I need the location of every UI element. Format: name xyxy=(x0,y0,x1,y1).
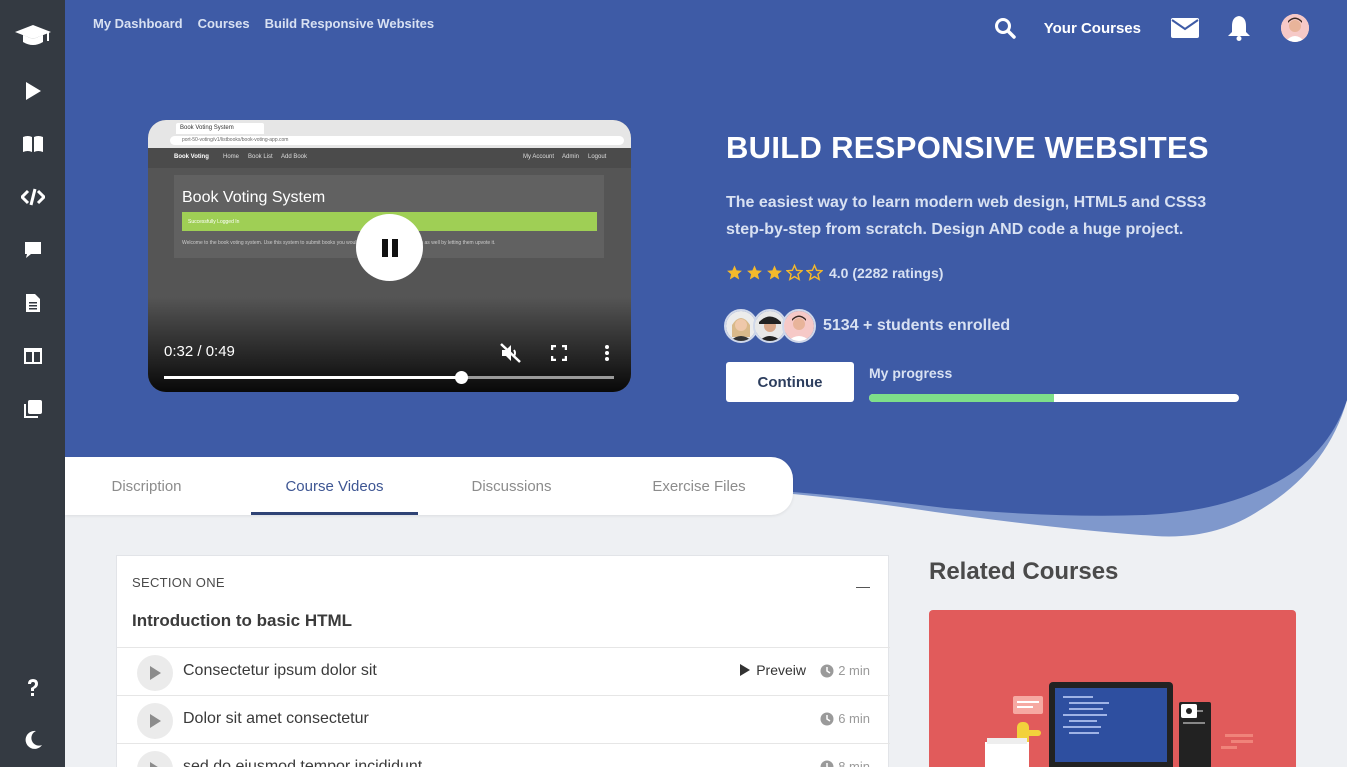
video-nav-link: My Account xyxy=(523,154,555,160)
video-site-text: Welcome to the book voting system. Use t… xyxy=(182,240,496,246)
clock-icon xyxy=(820,712,834,725)
top-navigation: Your Courses xyxy=(994,14,1309,42)
lesson-title: sed do eiusmod tempor incididunt xyxy=(183,758,423,767)
lesson-duration: 2 min xyxy=(820,663,870,678)
breadcrumb: My Dashboard Courses Build Responsive We… xyxy=(93,16,434,31)
related-courses-title: Related Courses xyxy=(929,558,1119,585)
clock-icon xyxy=(820,664,834,677)
mail-icon[interactable] xyxy=(1171,18,1199,38)
pause-button[interactable] xyxy=(356,214,423,281)
lesson-play-button[interactable] xyxy=(137,751,173,767)
document-icon[interactable] xyxy=(0,283,65,323)
tab-description[interactable]: Discription xyxy=(65,457,228,515)
preview-play-icon xyxy=(740,664,751,676)
video-nav-link: Add Book xyxy=(281,154,308,160)
section-label: SECTION ONE xyxy=(132,575,225,590)
preview-label: Preveiw xyxy=(756,662,806,678)
video-site-brand: Book Voting xyxy=(174,154,209,160)
lesson-row[interactable]: Dolor sit amet consectetur 6 min xyxy=(117,695,890,743)
section-title: Introduction to basic HTML xyxy=(132,611,353,630)
lesson-title: Dolor sit amet consectetur xyxy=(183,710,369,727)
related-course-illustration xyxy=(985,682,1253,767)
students-count: 5134 + students enrolled xyxy=(823,317,1011,334)
search-icon[interactable] xyxy=(994,17,1016,39)
lesson-duration-text: 2 min xyxy=(838,663,870,678)
lesson-duration: 8 min xyxy=(820,759,870,767)
video-nav-link: Book List xyxy=(248,154,273,160)
star-outline-icon xyxy=(806,264,823,281)
user-avatar[interactable] xyxy=(1281,14,1309,42)
chat-icon[interactable] xyxy=(0,230,65,270)
lesson-title: Consectetur ipsum dolor sit xyxy=(183,662,377,679)
lesson-duration-text: 8 min xyxy=(838,759,870,767)
bell-icon[interactable] xyxy=(1227,15,1251,41)
course-section: SECTION ONE Introduction to basic HTML C… xyxy=(116,555,890,767)
course-rating: 4.0 (2282 ratings) xyxy=(726,264,943,281)
course-progress-fill xyxy=(869,394,1054,402)
columns-icon[interactable] xyxy=(0,336,65,376)
continue-button[interactable]: Continue xyxy=(726,362,854,402)
graduation-cap-icon[interactable] xyxy=(0,16,65,56)
play-icon xyxy=(150,762,158,767)
more-options-icon[interactable] xyxy=(596,342,618,364)
copy-icon[interactable] xyxy=(0,389,65,429)
lesson-play-button[interactable] xyxy=(137,703,173,739)
lesson-row[interactable]: sed do eiusmod tempor incididunt 8 min xyxy=(117,743,890,767)
moon-icon[interactable] xyxy=(0,720,65,760)
play-icon[interactable] xyxy=(0,71,65,111)
video-seek-bar[interactable] xyxy=(164,371,614,384)
tab-exercise-files[interactable]: Exercise Files xyxy=(605,457,793,515)
video-nav-link: Home xyxy=(223,154,240,160)
video-time: 0:32 / 0:49 xyxy=(164,343,235,360)
star-outline-icon xyxy=(786,264,803,281)
course-title: BUILD RESPONSIVE WEBSITES xyxy=(726,130,1209,165)
lesson-duration-text: 6 min xyxy=(838,711,870,726)
breadcrumb-courses[interactable]: Courses xyxy=(198,16,250,31)
video-nav-link: Logout xyxy=(588,154,607,160)
star-filled-icon xyxy=(767,265,782,280)
pause-icon xyxy=(381,238,398,257)
video-site-heading: Book Voting System xyxy=(182,189,326,206)
preview-link[interactable]: Preveiw xyxy=(739,662,806,678)
progress-label: My progress xyxy=(869,365,953,381)
video-player[interactable]: Book Voting System port-50-voting/v1/lis… xyxy=(148,120,631,392)
fullscreen-icon[interactable] xyxy=(548,342,570,364)
your-courses-link[interactable]: Your Courses xyxy=(1044,20,1141,37)
book-icon[interactable] xyxy=(0,124,65,164)
video-browser-tab: Book Voting System xyxy=(176,123,264,134)
lesson-duration: 6 min xyxy=(820,711,870,726)
star-filled-icon xyxy=(727,265,742,280)
sidebar xyxy=(0,0,65,767)
video-site-nav: Book Voting Home Book List Add Book My A… xyxy=(148,148,631,168)
clock-icon xyxy=(820,760,834,767)
course-description: The easiest way to learn modern web desi… xyxy=(726,194,1207,238)
breadcrumb-dashboard[interactable]: My Dashboard xyxy=(93,16,183,31)
video-nav-link: Admin xyxy=(562,154,580,160)
video-url-bar: port-50-voting/v1/listbooks/book-voting-… xyxy=(170,136,624,145)
video-seek-fill xyxy=(164,376,461,379)
mute-icon[interactable] xyxy=(500,342,522,364)
students-enrolled: 5134 + students enrolled xyxy=(724,309,1010,343)
play-icon xyxy=(150,714,161,728)
collapse-icon[interactable] xyxy=(856,572,870,588)
video-seek-handle[interactable] xyxy=(455,371,468,384)
course-tabs: Discription Course Videos Discussions Ex… xyxy=(65,457,793,515)
related-course-card[interactable] xyxy=(929,610,1296,767)
rating-text: 4.0 (2282 ratings) xyxy=(829,264,944,281)
course-progress-bar xyxy=(869,394,1239,402)
rating-stars xyxy=(726,264,823,281)
star-filled-icon xyxy=(747,265,762,280)
lesson-play-button[interactable] xyxy=(137,655,173,691)
code-icon[interactable] xyxy=(0,177,65,217)
video-browser-chrome: Book Voting System port-50-voting/v1/lis… xyxy=(148,120,631,148)
tab-course-videos[interactable]: Course Videos xyxy=(251,457,418,515)
breadcrumb-current[interactable]: Build Responsive Websites xyxy=(265,16,435,31)
lesson-row[interactable]: Consectetur ipsum dolor sit Preveiw 2 mi… xyxy=(117,647,890,695)
student-avatar xyxy=(782,309,816,343)
tab-discussions[interactable]: Discussions xyxy=(418,457,605,515)
play-icon xyxy=(150,666,161,680)
help-icon[interactable] xyxy=(0,668,65,708)
